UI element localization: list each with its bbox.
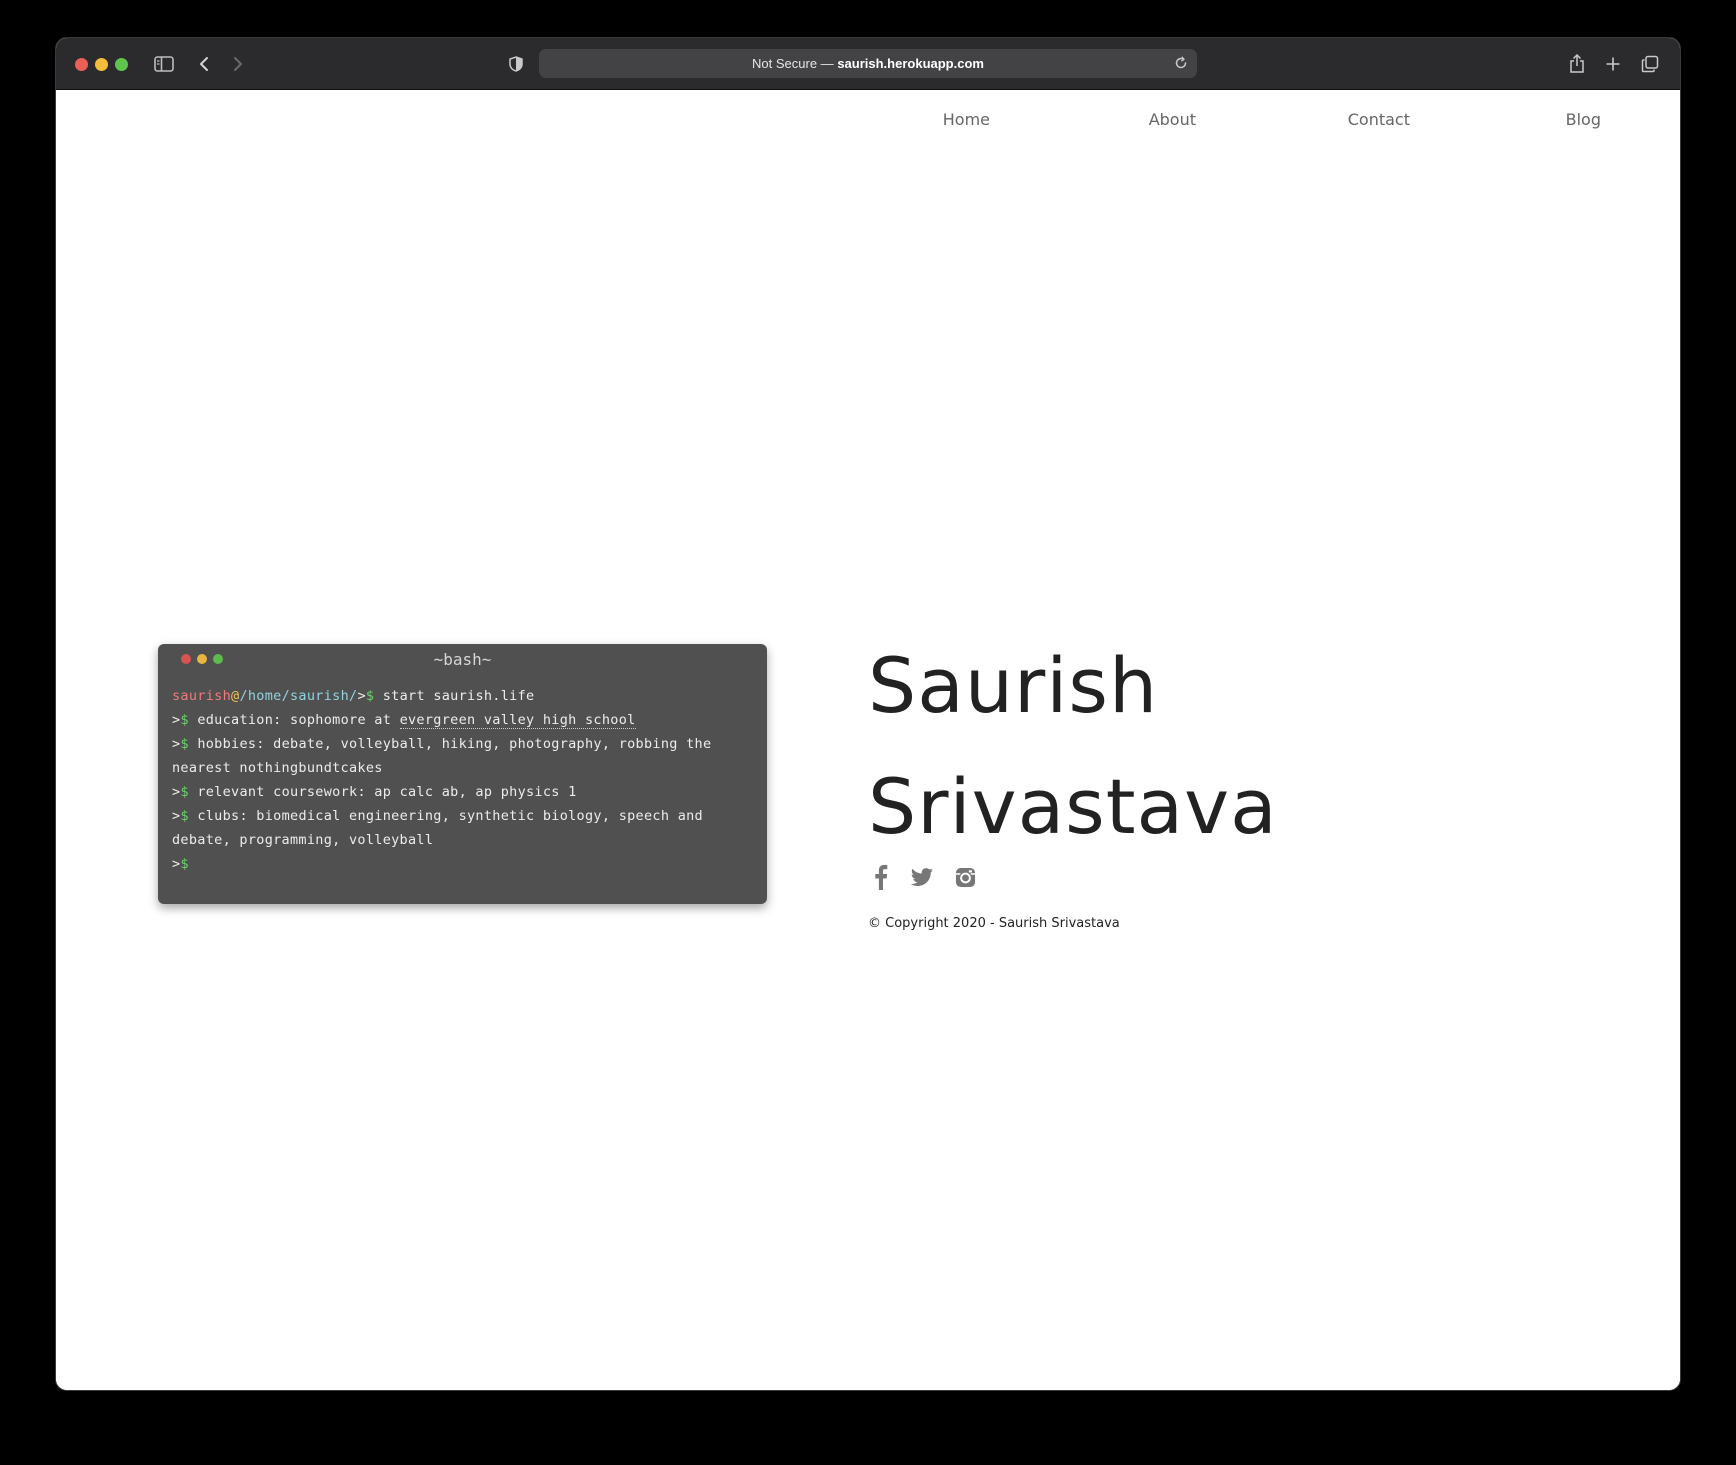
shield-icon[interactable]: [504, 52, 528, 76]
browser-window: Not Secure — saurish.herokuapp.com Home …: [56, 38, 1680, 1390]
url-host: saurish.herokuapp.com: [837, 56, 984, 71]
share-icon[interactable]: [1565, 52, 1589, 76]
terminal-command-line: saurish@/home/saurish/>$ start saurish.l…: [172, 684, 757, 708]
page-title: Saurish Srivastava: [868, 625, 1278, 867]
terminal-window: ~bash~ saurish@/home/saurish/>$ start sa…: [158, 644, 767, 904]
reload-icon[interactable]: [1173, 55, 1189, 71]
school-link[interactable]: evergreen valley high school: [399, 712, 636, 729]
terminal-command: start saurish.life: [382, 688, 535, 704]
facebook-icon[interactable]: [868, 863, 894, 891]
prompt-dollar: $: [180, 808, 189, 824]
instagram-icon[interactable]: [952, 863, 978, 891]
nav-home[interactable]: Home: [943, 110, 990, 129]
nav-contact[interactable]: Contact: [1348, 110, 1410, 129]
sidebar-icon[interactable]: [152, 52, 176, 76]
terminal-line-clubs: >$ clubs: biomedical engineering, synthe…: [172, 804, 757, 852]
first-name: Saurish: [868, 641, 1159, 730]
terminal-line-coursework: >$ relevant coursework: ap calc ab, ap p…: [172, 780, 757, 804]
nav-blog[interactable]: Blog: [1566, 110, 1601, 129]
prompt-dollar: $: [180, 784, 189, 800]
browser-toolbar: Not Secure — saurish.herokuapp.com: [56, 38, 1680, 90]
nav-about[interactable]: About: [1149, 110, 1196, 129]
last-name: Srivastava: [868, 762, 1278, 851]
coursework-text: relevant coursework: ap calc ab, ap phys…: [197, 784, 577, 800]
prompt-dollar: $: [180, 712, 189, 728]
terminal-line-education: >$ education: sophomore at evergreen val…: [172, 708, 757, 732]
education-text: education: sophomore at: [197, 712, 400, 728]
prompt-gt: >: [357, 688, 366, 704]
prompt-dollar: $: [365, 688, 375, 704]
plus-icon[interactable]: [1601, 52, 1625, 76]
hobbies-text: hobbies: debate, volleyball, hiking, pho…: [172, 736, 712, 776]
back-arrow-icon[interactable]: [192, 52, 216, 76]
terminal-empty-prompt: >$: [172, 852, 757, 876]
clubs-text: clubs: biomedical engineering, synthetic…: [172, 808, 703, 848]
twitter-icon[interactable]: [909, 863, 935, 891]
terminal-output: saurish@/home/saurish/>$ start saurish.l…: [172, 684, 757, 876]
terminal-title: ~bash~: [433, 650, 492, 669]
terminal-line-hobbies: >$ hobbies: debate, volleyball, hiking, …: [172, 732, 757, 780]
copyright-text: © Copyright 2020 - Saurish Srivastava: [868, 916, 1120, 931]
security-label: Not Secure —: [752, 56, 834, 71]
forward-arrow-icon[interactable]: [226, 52, 250, 76]
web-page: Home About Contact Blog ~bash~ saurish@/…: [56, 90, 1680, 1390]
address-bar[interactable]: Not Secure — saurish.herokuapp.com: [539, 49, 1197, 78]
minimize-window-button[interactable]: [95, 58, 108, 71]
prompt-dollar: $: [180, 856, 189, 872]
tab-overview-icon[interactable]: [1638, 52, 1662, 76]
close-window-button[interactable]: [75, 58, 88, 71]
terminal-user: saurish: [172, 688, 231, 704]
terminal-path: /home/saurish/: [239, 688, 358, 704]
prompt-dollar: $: [180, 736, 189, 752]
zoom-window-button[interactable]: [115, 58, 128, 71]
